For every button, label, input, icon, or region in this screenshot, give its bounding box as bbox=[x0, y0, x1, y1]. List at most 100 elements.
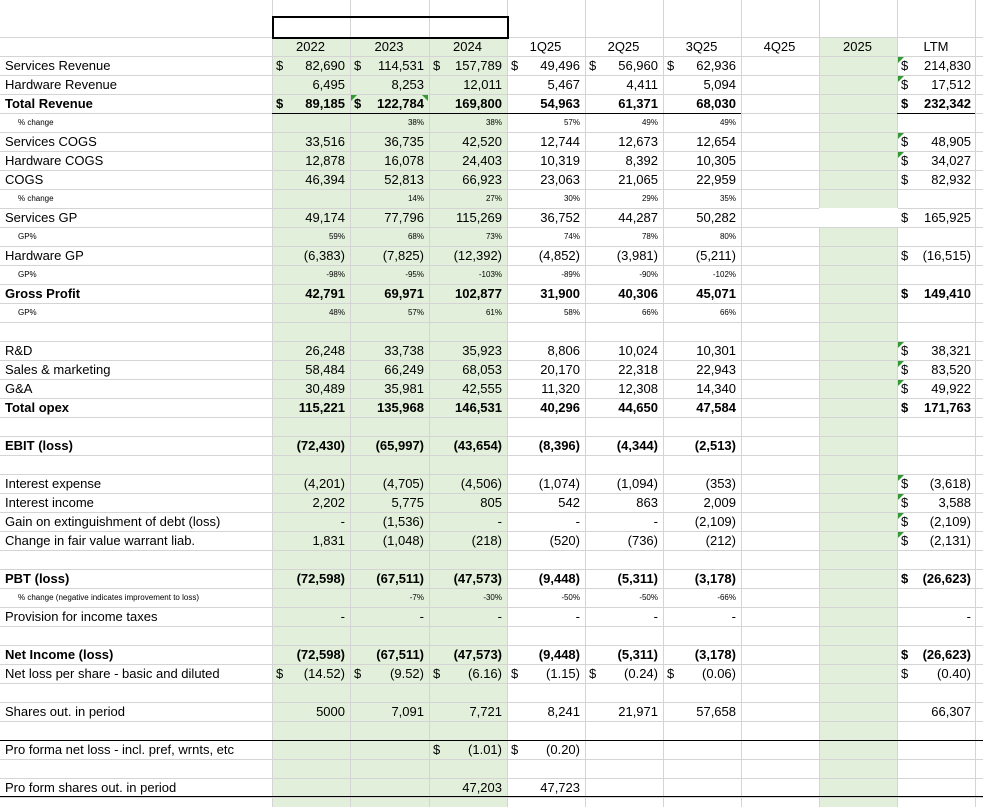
cell-value[interactable]: 21,065 bbox=[585, 170, 658, 189]
cell-value[interactable]: (67,511) bbox=[350, 645, 424, 664]
cell-value[interactable]: 69,971 bbox=[350, 284, 424, 303]
cell-value[interactable]: (1,074) bbox=[507, 474, 580, 493]
cell-value[interactable]: 59% bbox=[272, 227, 345, 246]
cell-value[interactable]: -98% bbox=[272, 265, 345, 284]
cell-value[interactable]: (4,852) bbox=[507, 246, 580, 265]
cell-value[interactable]: -50% bbox=[507, 588, 580, 607]
cell-value[interactable]: 20,170 bbox=[507, 360, 580, 379]
cell-value[interactable]: - bbox=[585, 607, 658, 626]
cell-value[interactable]: (9,448) bbox=[507, 569, 580, 588]
cell-value[interactable]: 6,495 bbox=[272, 75, 345, 94]
cell-value[interactable]: 542 bbox=[507, 493, 580, 512]
cell-value[interactable]: 12,744 bbox=[507, 132, 580, 151]
cell-value[interactable]: 30,489 bbox=[272, 379, 345, 398]
cell-value[interactable]: (1,094) bbox=[585, 474, 658, 493]
cell-value[interactable]: 57,658 bbox=[663, 702, 736, 721]
cell-value[interactable]: - bbox=[585, 512, 658, 531]
cell-value[interactable]: 35,981 bbox=[350, 379, 424, 398]
cell-value[interactable]: (4,344) bbox=[585, 436, 658, 455]
cell-value[interactable]: (3,981) bbox=[585, 246, 658, 265]
cell-value[interactable]: 5000 bbox=[272, 702, 345, 721]
cell-value[interactable]: - bbox=[663, 607, 736, 626]
cell-value[interactable]: 47,203 bbox=[429, 778, 502, 797]
cell-value[interactable]: 47,723 bbox=[507, 778, 580, 797]
cell-value[interactable]: (1,048) bbox=[350, 531, 424, 550]
cell-value[interactable]: 22,959 bbox=[663, 170, 736, 189]
cell-value[interactable]: (520) bbox=[507, 531, 580, 550]
cell-value[interactable]: (67,511) bbox=[350, 569, 424, 588]
cell-value[interactable]: (5,311) bbox=[585, 569, 658, 588]
cell-value[interactable]: (212) bbox=[663, 531, 736, 550]
cell-value[interactable]: 66,249 bbox=[350, 360, 424, 379]
cell-value[interactable]: (3,178) bbox=[663, 569, 736, 588]
cell-value[interactable]: (9,448) bbox=[507, 645, 580, 664]
cell-value[interactable]: 40,296 bbox=[507, 398, 580, 417]
cell-value[interactable]: 42,555 bbox=[429, 379, 502, 398]
cell-value[interactable]: -90% bbox=[585, 265, 658, 284]
cell-value[interactable]: 10,305 bbox=[663, 151, 736, 170]
cell-value[interactable]: 22,943 bbox=[663, 360, 736, 379]
cell-value[interactable]: 36,752 bbox=[507, 208, 580, 227]
cell-value[interactable]: 8,806 bbox=[507, 341, 580, 360]
cell-value[interactable]: 7,091 bbox=[350, 702, 424, 721]
cell-value[interactable]: 68,030 bbox=[663, 94, 736, 113]
cell-value[interactable]: 47,584 bbox=[663, 398, 736, 417]
cell-value[interactable]: 146,531 bbox=[429, 398, 502, 417]
cell-value[interactable]: 26,248 bbox=[272, 341, 345, 360]
cell-value[interactable]: - bbox=[272, 607, 345, 626]
cell-value[interactable]: 66,923 bbox=[429, 170, 502, 189]
cell-value[interactable]: (43,654) bbox=[429, 436, 502, 455]
cell-value[interactable]: 135,968 bbox=[350, 398, 424, 417]
cell-value[interactable]: 14% bbox=[350, 189, 424, 208]
cell-value[interactable]: 66,307 bbox=[897, 702, 971, 721]
cell-value[interactable]: 68,053 bbox=[429, 360, 502, 379]
cell-value[interactable]: 7,721 bbox=[429, 702, 502, 721]
cell-value[interactable]: (2,109) bbox=[663, 512, 736, 531]
cell-value[interactable]: 12,308 bbox=[585, 379, 658, 398]
cell-value[interactable]: 42,791 bbox=[272, 284, 345, 303]
cell-value[interactable]: (736) bbox=[585, 531, 658, 550]
cell-value[interactable]: 31,900 bbox=[507, 284, 580, 303]
cell-value[interactable]: (65,997) bbox=[350, 436, 424, 455]
cell-value[interactable]: 52,813 bbox=[350, 170, 424, 189]
cell-value[interactable]: (12,392) bbox=[429, 246, 502, 265]
cell-value[interactable]: 10,319 bbox=[507, 151, 580, 170]
cell-value[interactable]: 5,094 bbox=[663, 75, 736, 94]
cell-value[interactable]: 11,320 bbox=[507, 379, 580, 398]
cell-value[interactable]: 57% bbox=[507, 113, 580, 132]
cell-value[interactable]: -95% bbox=[350, 265, 424, 284]
cell-value[interactable]: 58% bbox=[507, 303, 580, 322]
cell-value[interactable]: 12,673 bbox=[585, 132, 658, 151]
cell-value[interactable]: 61% bbox=[429, 303, 502, 322]
cell-value[interactable]: 54,963 bbox=[507, 94, 580, 113]
cell-value[interactable]: - bbox=[507, 512, 580, 531]
cell-value[interactable]: 80% bbox=[663, 227, 736, 246]
cell-value[interactable]: 36,735 bbox=[350, 132, 424, 151]
cell-value[interactable]: 22,318 bbox=[585, 360, 658, 379]
cell-value[interactable]: 48% bbox=[272, 303, 345, 322]
cell-value[interactable]: 12,654 bbox=[663, 132, 736, 151]
cell-value[interactable]: - bbox=[897, 607, 971, 626]
cell-value[interactable]: (47,573) bbox=[429, 569, 502, 588]
cell-value[interactable]: 12,011 bbox=[429, 75, 502, 94]
cell-value[interactable]: 78% bbox=[585, 227, 658, 246]
cell-value[interactable]: 61,371 bbox=[585, 94, 658, 113]
cell-value[interactable]: 58,484 bbox=[272, 360, 345, 379]
spreadsheet[interactable]: 2022 2023 2024 1Q25 2Q25 3Q25 4Q25 2025 LTM Servi… bbox=[0, 0, 983, 807]
cell-value[interactable]: - bbox=[350, 607, 424, 626]
cell-value[interactable]: 49% bbox=[663, 113, 736, 132]
cell-value[interactable]: 4,411 bbox=[585, 75, 658, 94]
cell-value[interactable]: 38% bbox=[429, 113, 502, 132]
cell-value[interactable]: -7% bbox=[350, 588, 424, 607]
cell-value[interactable]: 863 bbox=[585, 493, 658, 512]
cell-value[interactable]: 805 bbox=[429, 493, 502, 512]
cell-value[interactable]: 16,078 bbox=[350, 151, 424, 170]
cell-value[interactable]: 115,269 bbox=[429, 208, 502, 227]
cell-value[interactable]: 8,241 bbox=[507, 702, 580, 721]
cell-value[interactable]: 21,971 bbox=[585, 702, 658, 721]
cell-value[interactable]: - bbox=[429, 512, 502, 531]
cell-value[interactable]: 44,650 bbox=[585, 398, 658, 417]
cell-value[interactable]: 40,306 bbox=[585, 284, 658, 303]
cell-value[interactable]: (2,513) bbox=[663, 436, 736, 455]
cell-value[interactable]: (72,598) bbox=[272, 569, 345, 588]
